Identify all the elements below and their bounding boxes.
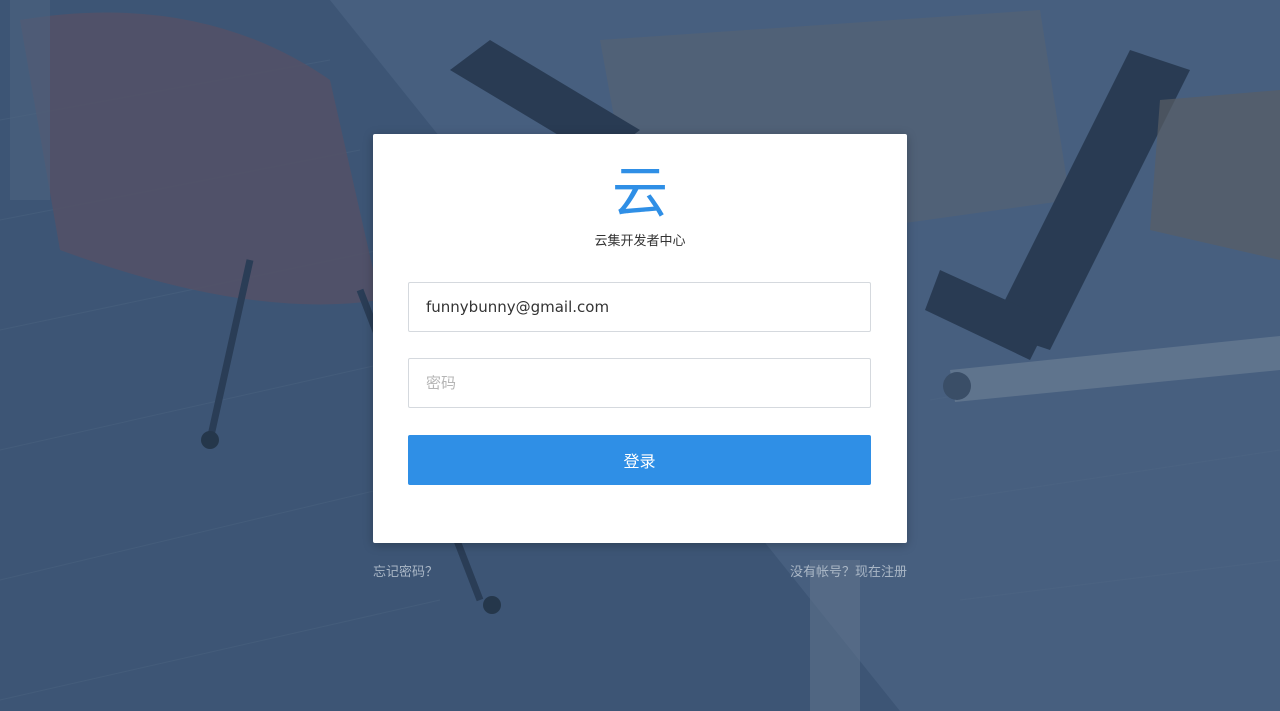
login-button[interactable]: 登录: [408, 435, 871, 485]
app-title: 云集开发者中心: [594, 234, 686, 249]
forgot-password-link[interactable]: 忘记密码？: [373, 561, 438, 580]
login-card: 云 云集开发者中心 登录: [373, 134, 907, 543]
brand-logo: 云: [612, 161, 668, 226]
password-input[interactable]: [408, 358, 871, 408]
email-input[interactable]: [408, 282, 871, 332]
register-link[interactable]: 没有帐号？现在注册: [790, 561, 907, 580]
